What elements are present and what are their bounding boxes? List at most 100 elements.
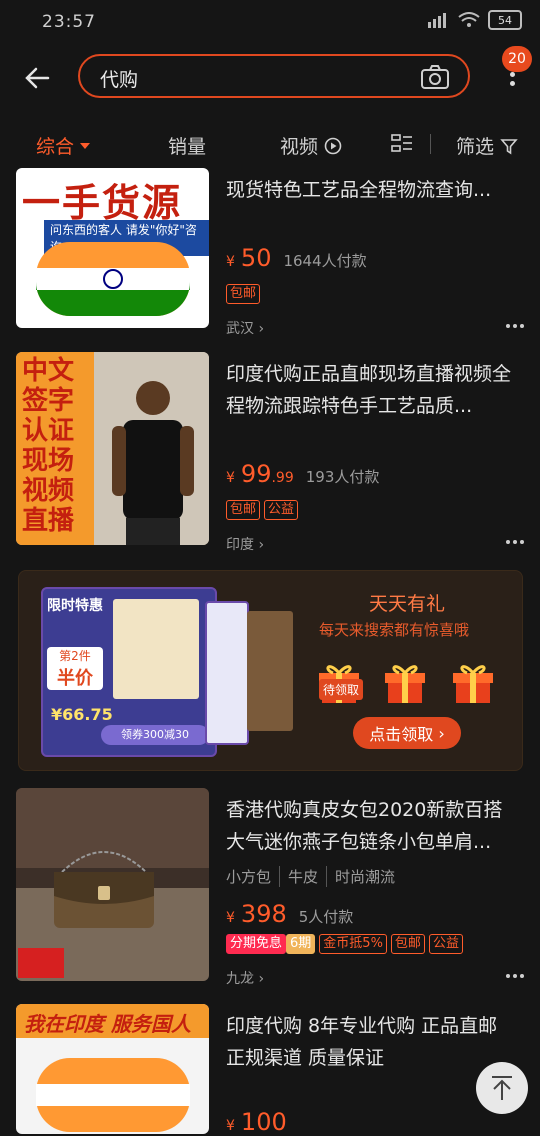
location[interactable]: 印度 › xyxy=(226,534,264,554)
yen-symbol: ¥ xyxy=(226,1118,235,1134)
price-row: ¥ 100 xyxy=(226,1108,287,1136)
tab-video-label: 视频 xyxy=(280,136,319,158)
location-label: 武汉 xyxy=(226,321,254,337)
arrow-up-icon xyxy=(492,1076,512,1100)
location-label: 九龙 xyxy=(226,971,254,987)
product-thumbnail[interactable]: 一手货源 问东西的客人 请发"你好"咨询 xyxy=(16,168,209,328)
search-header: 20 xyxy=(0,46,540,106)
list-view-icon[interactable] xyxy=(390,132,414,156)
promo-coupon-label: 领券300减30 xyxy=(101,725,209,745)
claim-button[interactable]: 点击领取 › xyxy=(353,717,461,749)
tag-free-shipping: 包邮 xyxy=(226,284,261,304)
tab-filter-label: 筛选 xyxy=(456,136,495,158)
tag-charity: 公益 xyxy=(428,934,463,954)
product-price: 100 xyxy=(240,1108,287,1136)
tag-charity: 公益 xyxy=(264,500,299,520)
status-icons: 54 xyxy=(428,10,522,30)
thumb-text: 中文签字认证 现场视频直播 xyxy=(22,356,75,536)
status-bar: 23:57 54 xyxy=(0,0,540,44)
battery-level: 54 xyxy=(498,13,512,27)
gift-icon xyxy=(385,665,425,703)
signal-icon xyxy=(428,13,446,28)
promo-card-2 xyxy=(205,601,249,745)
product-thumbnail[interactable]: 我在印度 服务国人 xyxy=(16,1004,209,1134)
product-price: 398 xyxy=(240,900,287,928)
item-more-button[interactable] xyxy=(506,324,524,328)
yen-symbol: ¥ xyxy=(226,470,235,486)
promo-price: ¥66.75 xyxy=(51,705,113,724)
camera-icon[interactable] xyxy=(420,64,450,90)
filter-icon xyxy=(500,138,518,154)
claim-button-label: 点击领取 xyxy=(369,725,434,744)
notification-badge: 20 xyxy=(502,46,532,72)
price-row: ¥ 50 1644人付款 xyxy=(226,244,367,272)
item-more-button[interactable] xyxy=(506,974,524,978)
search-box[interactable] xyxy=(78,54,470,98)
product-title[interactable]: 印度代购正品直邮现场直播视频全程物流跟踪特色手工艺品质... xyxy=(226,358,516,422)
more-menu-button[interactable] xyxy=(504,68,520,96)
thumb-text: 一手货源 xyxy=(22,181,183,225)
product-thumbnail[interactable] xyxy=(16,788,209,981)
product-thumbnail[interactable]: 中文签字认证 现场视频直播 xyxy=(16,352,209,545)
promo-title: 天天有礼 xyxy=(369,593,446,615)
price-row: ¥ 398 5人付款 xyxy=(226,900,353,928)
thumb-text: 我在印度 服务国人 xyxy=(24,1012,191,1036)
tab-filter[interactable]: 筛选 xyxy=(456,132,518,159)
attr-item: 牛皮 xyxy=(279,866,318,887)
tag-list: 包邮 xyxy=(226,284,261,304)
promo-limited-label: 限时特惠 xyxy=(47,598,103,614)
attr-item: 小方包 xyxy=(226,868,272,886)
sales-count: 193人付款 xyxy=(305,468,380,486)
tab-video[interactable]: 视频 xyxy=(280,132,342,159)
product-title[interactable]: 现货特色工艺品全程物流查询... xyxy=(226,174,516,206)
gift-icon xyxy=(453,665,493,703)
yen-symbol: ¥ xyxy=(226,254,235,270)
tab-comprehensive-label: 综合 xyxy=(36,136,75,158)
promo-subtitle: 每天来搜索都有惊喜哦 xyxy=(319,621,470,639)
tag-list: 分期免息 6期 金币抵5% 包邮 公益 xyxy=(226,934,463,954)
price-decimal: .99 xyxy=(271,470,294,486)
gift-status-label: 待领取 xyxy=(319,679,364,700)
product-title[interactable]: 印度代购 8年专业代购 正品直邮 正规渠道 质量保证 xyxy=(226,1010,516,1074)
scroll-to-top-button[interactable] xyxy=(476,1062,528,1114)
tag-free-shipping: 包邮 xyxy=(390,934,425,954)
status-time: 23:57 xyxy=(42,12,96,32)
promo-banner[interactable]: 限时特惠 第2件 半价 ¥66.75 领券300减30 天天有礼 每天来搜索都有… xyxy=(18,570,523,771)
sales-count: 1644人付款 xyxy=(283,252,367,270)
promo-second-label: 第2件 xyxy=(59,649,91,663)
search-input[interactable] xyxy=(98,64,402,92)
promo-product-card[interactable]: 限时特惠 第2件 半价 ¥66.75 领券300减30 xyxy=(41,587,217,757)
promo-half-label: 半价 xyxy=(57,668,93,689)
india-flag-case xyxy=(36,1058,190,1132)
product-price: 99.99 xyxy=(241,460,294,488)
wifi-icon xyxy=(458,12,480,27)
item-more-button[interactable] xyxy=(506,540,524,544)
handbag-photo xyxy=(54,851,154,928)
promo-card-3 xyxy=(247,611,293,731)
attr-item: 时尚潮流 xyxy=(326,866,395,887)
sort-divider xyxy=(430,134,431,154)
price-integer: 99 xyxy=(240,460,272,488)
battery-icon: 54 xyxy=(488,10,522,30)
play-circle-icon xyxy=(324,137,342,154)
tag-installment: 分期免息 xyxy=(226,934,287,954)
tab-sales[interactable]: 销量 xyxy=(168,132,206,159)
sales-count: 5人付款 xyxy=(298,908,354,926)
person-photo xyxy=(112,381,194,545)
location[interactable]: 九龙 › xyxy=(226,968,264,988)
location-label: 印度 xyxy=(226,537,254,553)
tab-sales-label: 销量 xyxy=(168,136,207,158)
tag-coin-discount: 金币抵5% xyxy=(319,934,387,954)
yen-symbol: ¥ xyxy=(226,910,235,926)
back-arrow-icon[interactable] xyxy=(22,62,54,94)
location[interactable]: 武汉 › xyxy=(226,318,264,338)
price-row: ¥ 99.99 193人付款 xyxy=(226,460,379,488)
sort-bar: 综合 销量 视频 筛选 xyxy=(0,120,540,168)
caret-down-icon xyxy=(80,142,91,149)
promo-price-value: 66.75 xyxy=(62,705,113,724)
product-price: 50 xyxy=(240,244,272,272)
attribute-list: 小方包 牛皮 时尚潮流 xyxy=(226,866,395,887)
product-title[interactable]: 香港代购真皮女包2020新款百搭大气迷你燕子包链条小包单肩... xyxy=(226,794,516,858)
india-flag-case xyxy=(36,242,190,316)
tab-comprehensive[interactable]: 综合 xyxy=(36,132,91,159)
